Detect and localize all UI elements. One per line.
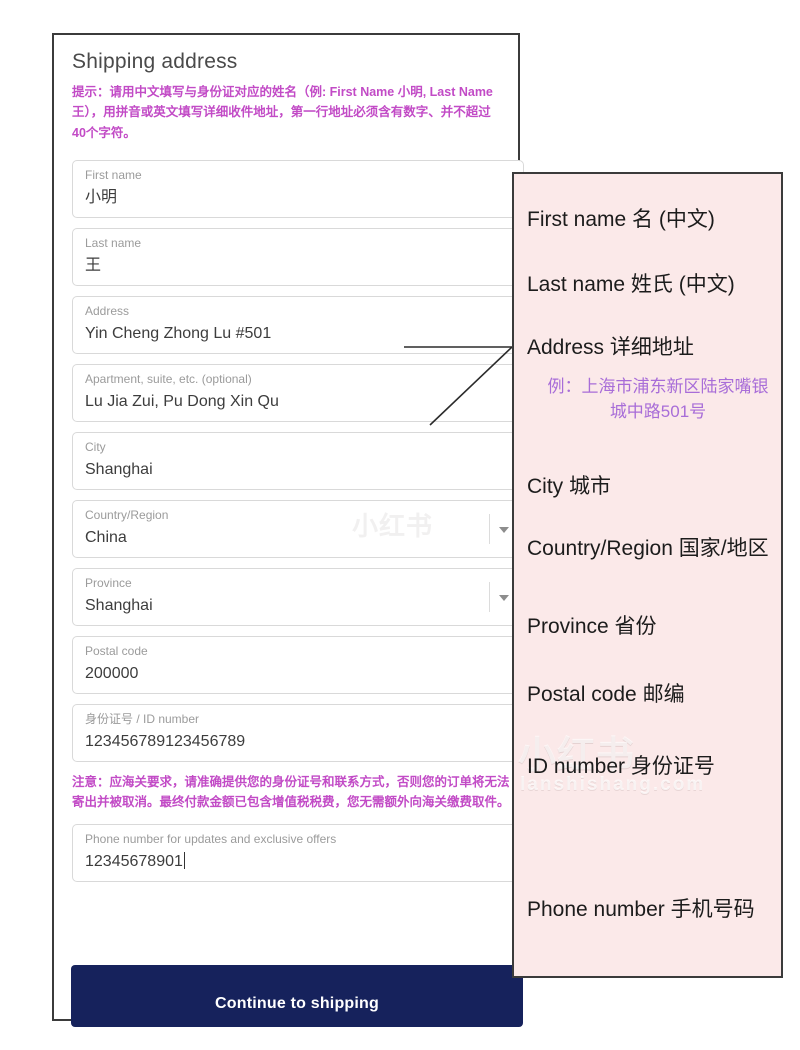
annotation-last-name: Last name 姓氏 (中文) xyxy=(527,273,735,296)
last-name-value: 王 xyxy=(85,256,102,274)
last-name-field[interactable]: Last name 王 xyxy=(72,227,524,286)
annotation-panel: 小红书 lanshishang.com First name 名 (中文) La… xyxy=(512,172,783,978)
province-select[interactable]: Province Shanghai xyxy=(72,567,524,626)
id-number-field[interactable]: 身份证号 / ID number 123456789123456789 xyxy=(72,703,524,762)
first-name-field[interactable]: First name 小明 xyxy=(72,159,524,218)
annotation-first-name: First name 名 (中文) xyxy=(527,208,715,231)
address-value: Yin Cheng Zhong Lu #501 xyxy=(85,324,272,342)
annotation-address-example: 例：上海市浦东新区陆家嘴银城中路501号 xyxy=(547,377,769,421)
apartment-field[interactable]: Apartment, suite, etc. (optional) Lu Jia… xyxy=(72,363,524,422)
annotation-phone-number: Phone number 手机号码 xyxy=(527,898,755,921)
shipping-address-card: Shipping address 提示：请用中文填写与身份证对应的姓名（例: F… xyxy=(52,33,524,1027)
phone-number-label: Phone number for updates and exclusive o… xyxy=(85,832,337,847)
annotation-city: City 城市 xyxy=(527,475,611,498)
phone-number-value: 12345678901 xyxy=(85,852,185,871)
city-label: City xyxy=(85,439,106,454)
apartment-label: Apartment, suite, etc. (optional) xyxy=(85,371,252,386)
country-region-value: China xyxy=(85,528,127,546)
address-field[interactable]: Address Yin Cheng Zhong Lu #501 xyxy=(72,295,524,354)
address-form-fields: First name 小明 Last name 王 Address Yin Ch… xyxy=(72,159,524,883)
last-name-label: Last name xyxy=(85,235,142,250)
select-divider xyxy=(489,581,490,612)
province-label: Province xyxy=(85,575,132,590)
text-cursor-icon xyxy=(183,852,185,870)
continue-to-shipping-button[interactable]: Continue to shipping xyxy=(71,965,523,1027)
annotation-address: Address 详细地址 xyxy=(527,336,694,359)
address-label: Address xyxy=(85,303,130,318)
card-content: Shipping address 提示：请用中文填写与身份证对应的姓名（例: F… xyxy=(72,49,524,892)
postal-code-label: Postal code xyxy=(85,643,148,658)
chevron-down-icon[interactable] xyxy=(499,526,509,533)
postal-code-field[interactable]: Postal code 200000 xyxy=(72,635,524,694)
phone-number-field[interactable]: Phone number for updates and exclusive o… xyxy=(72,824,524,883)
id-number-label: 身份证号 / ID number xyxy=(85,711,200,726)
page-title: Shipping address xyxy=(72,50,238,73)
province-value: Shanghai xyxy=(85,596,153,614)
annotation-country-region: Country/Region 国家/地区 xyxy=(527,537,769,560)
annotation-province: Province 省份 xyxy=(527,615,657,638)
first-name-label: First name xyxy=(85,167,142,182)
chinese-hint-text: 提示：请用中文填写与身份证对应的姓名（例: First Name 小明, Las… xyxy=(72,85,493,140)
city-field[interactable]: City Shanghai xyxy=(72,431,524,490)
apartment-value: Lu Jia Zui, Pu Dong Xin Qu xyxy=(85,392,279,410)
id-number-value: 123456789123456789 xyxy=(85,732,246,750)
select-divider xyxy=(489,513,490,544)
chevron-down-icon[interactable] xyxy=(499,594,509,601)
customs-notice-text: 注意：应海关要求，请准确提供您的身份证号和联系方式，否则您的订单将无法寄出并被取… xyxy=(72,774,510,810)
annotation-id-number: ID number 身份证号 xyxy=(527,755,715,778)
annotation-postal-code: Postal code 邮编 xyxy=(527,683,685,706)
city-value: Shanghai xyxy=(85,460,153,478)
country-region-label: Country/Region xyxy=(85,507,169,522)
postal-code-value: 200000 xyxy=(85,664,139,682)
country-region-select[interactable]: Country/Region China xyxy=(72,499,524,558)
first-name-value: 小明 xyxy=(85,188,118,206)
